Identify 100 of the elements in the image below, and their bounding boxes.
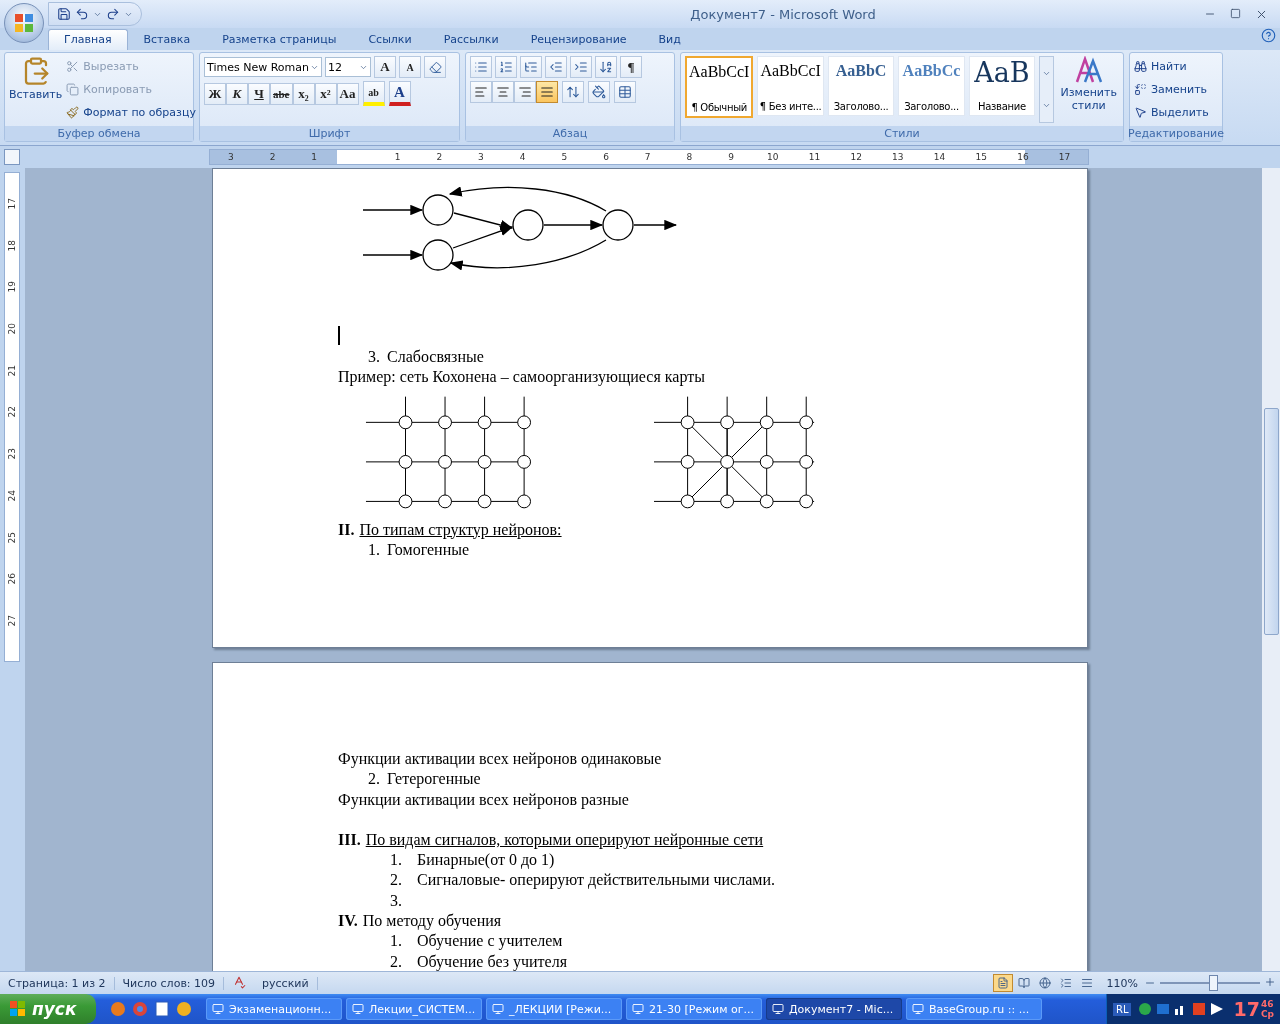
heading-numeral: IV.: [338, 911, 358, 932]
horizontal-ruler[interactable]: 3 2 1 1 2 3 4 5 6 7 8 9 10 11 12 13 14 15 16 17: [209, 149, 1089, 165]
window-icon: [772, 1003, 784, 1015]
format-button[interactable]: К: [226, 82, 248, 105]
style-card[interactable]: AaBbCcI ¶ Обычный: [685, 56, 754, 118]
ribbon-tab[interactable]: Главная: [48, 29, 128, 50]
style-name: ¶ Обычный: [691, 102, 747, 113]
browser-icon[interactable]: [110, 1001, 126, 1017]
list-number: 2.: [390, 951, 403, 971]
list-number: 1.: [368, 539, 381, 560]
window-icon: [212, 1003, 224, 1015]
multilevel-list-icon: [524, 60, 538, 74]
ruler-number: 25: [7, 531, 17, 544]
align-button[interactable]: [470, 81, 492, 103]
format-button[interactable]: x₂: [292, 82, 315, 105]
ribbon-tab[interactable]: Ссылки: [352, 29, 428, 50]
borders-button[interactable]: [614, 81, 636, 103]
ribbon-tab[interactable]: Разметка страницы: [206, 29, 353, 50]
list-number: 1.: [390, 850, 403, 871]
group-label: Редактирование: [1128, 127, 1224, 140]
vertical-ruler[interactable]: 17 18 19 20 21 22 23 24 25 26 27: [4, 172, 20, 662]
format-button[interactable]: Ж: [204, 82, 226, 105]
heading-text: По типам структур нейронов:: [359, 519, 562, 540]
list-item-text: Обучение без учителя: [417, 951, 568, 971]
numbering-button[interactable]: [495, 56, 517, 78]
browser-icon[interactable]: [132, 1001, 148, 1017]
taskbar-button[interactable]: Лекции_СИСТЕМ...: [346, 998, 482, 1020]
taskbar-button[interactable]: BaseGroup.ru :: ...: [906, 998, 1042, 1020]
list-item-text: Сигналовые- оперируют действительными числами.: [417, 870, 775, 891]
format-button[interactable]: Ч: [248, 82, 270, 105]
bullets-button[interactable]: [470, 56, 492, 78]
paste-button[interactable]: Вставить: [9, 56, 63, 123]
grow-font-button[interactable]: A: [374, 56, 396, 78]
list-number: 2.: [368, 769, 381, 790]
font-size-field[interactable]: 12: [325, 57, 371, 77]
outdent-icon: [549, 60, 563, 74]
eraser-icon: [428, 60, 442, 74]
format-painter-button[interactable]: Формат по образцу: [66, 102, 196, 122]
style-card[interactable]: AaBbCc Заголово...: [898, 56, 965, 116]
ribbon-tab[interactable]: Рецензирование: [514, 29, 643, 50]
heading-text: По методу обучения: [362, 911, 502, 932]
ruler-number: 14: [932, 151, 947, 164]
taskbar-button[interactable]: 21-30 [Режим ог...: [626, 998, 762, 1020]
ribbon-tab[interactable]: Вставка: [127, 29, 207, 50]
show-marks-button[interactable]: ¶: [620, 56, 642, 78]
view-icon: [1017, 977, 1030, 989]
sort-button[interactable]: [595, 56, 617, 78]
style-card[interactable]: AaBbCcI ¶ Без инте...: [757, 56, 824, 116]
increase-indent-button[interactable]: [570, 56, 592, 78]
change-styles-button[interactable]: Изменить стили: [1058, 56, 1119, 123]
taskbar-button[interactable]: _ЛЕКЦИИ [Режи...: [486, 998, 622, 1020]
start-button[interactable]: пуск: [0, 994, 96, 1024]
format-button[interactable]: Aa: [336, 82, 359, 105]
shrink-font-button[interactable]: A: [399, 56, 421, 78]
select-button[interactable]: Выделить: [1134, 102, 1209, 122]
multilevel-list-button[interactable]: [520, 56, 542, 78]
ribbon-tab[interactable]: Вид: [642, 29, 697, 50]
style-preview: AaB: [974, 60, 1030, 86]
taskbar-button[interactable]: Экзаменационн...: [206, 998, 342, 1020]
align-button[interactable]: [492, 81, 514, 103]
find-button[interactable]: Найти: [1134, 56, 1209, 76]
window-icon: [492, 1003, 504, 1015]
font-name-field[interactable]: Times New Roman: [204, 57, 322, 77]
paintbrush-icon: [66, 105, 80, 119]
format-button[interactable]: x²: [314, 82, 337, 105]
document-icon[interactable]: [154, 1001, 170, 1017]
shading-button[interactable]: [588, 81, 610, 103]
scrollbar[interactable]: [1262, 168, 1280, 971]
ruler-number: 6: [602, 151, 610, 164]
decrease-indent-button[interactable]: [545, 56, 567, 78]
style-card[interactable]: AaBbC Заголово...: [827, 56, 895, 116]
view-button[interactable]: [992, 974, 1013, 992]
format-button[interactable]: abe: [270, 82, 293, 105]
ribbon-tab[interactable]: Рассылки: [427, 29, 515, 50]
clear-format-button[interactable]: [424, 56, 446, 78]
ruler-number: 11: [807, 151, 822, 164]
indent-icon: [574, 60, 588, 74]
language-indicator[interactable]: RL: [1112, 1002, 1132, 1016]
list-item-text: Слабосвязные: [387, 347, 484, 367]
style-card[interactable]: AaB Название: [968, 56, 1036, 116]
style-name: Заголово...: [904, 101, 959, 112]
line-spacing-button[interactable]: [562, 81, 584, 103]
table-icon: [618, 85, 632, 99]
highlight-button[interactable]: ab: [362, 81, 385, 106]
ruler-number: 3: [477, 151, 485, 164]
scissors-icon: [66, 59, 80, 73]
redo-icon: [106, 7, 120, 21]
zoom-thumb[interactable]: [1209, 975, 1218, 991]
styles-letter-icon: [1073, 56, 1104, 84]
replace-button[interactable]: Заменить: [1134, 79, 1209, 99]
ruler-number: 17: [7, 198, 17, 210]
tab-selector[interactable]: [4, 149, 20, 165]
warning-icon[interactable]: [176, 1001, 192, 1017]
taskbar-button[interactable]: Документ7 - Mic...: [766, 998, 902, 1020]
list-number: 3.: [390, 890, 403, 911]
word-count: Число слов: 109: [114, 976, 225, 990]
font-color-button[interactable]: A: [388, 81, 411, 106]
window-icon: [912, 1003, 924, 1015]
align-button[interactable]: [536, 81, 558, 103]
align-button[interactable]: [514, 81, 536, 103]
